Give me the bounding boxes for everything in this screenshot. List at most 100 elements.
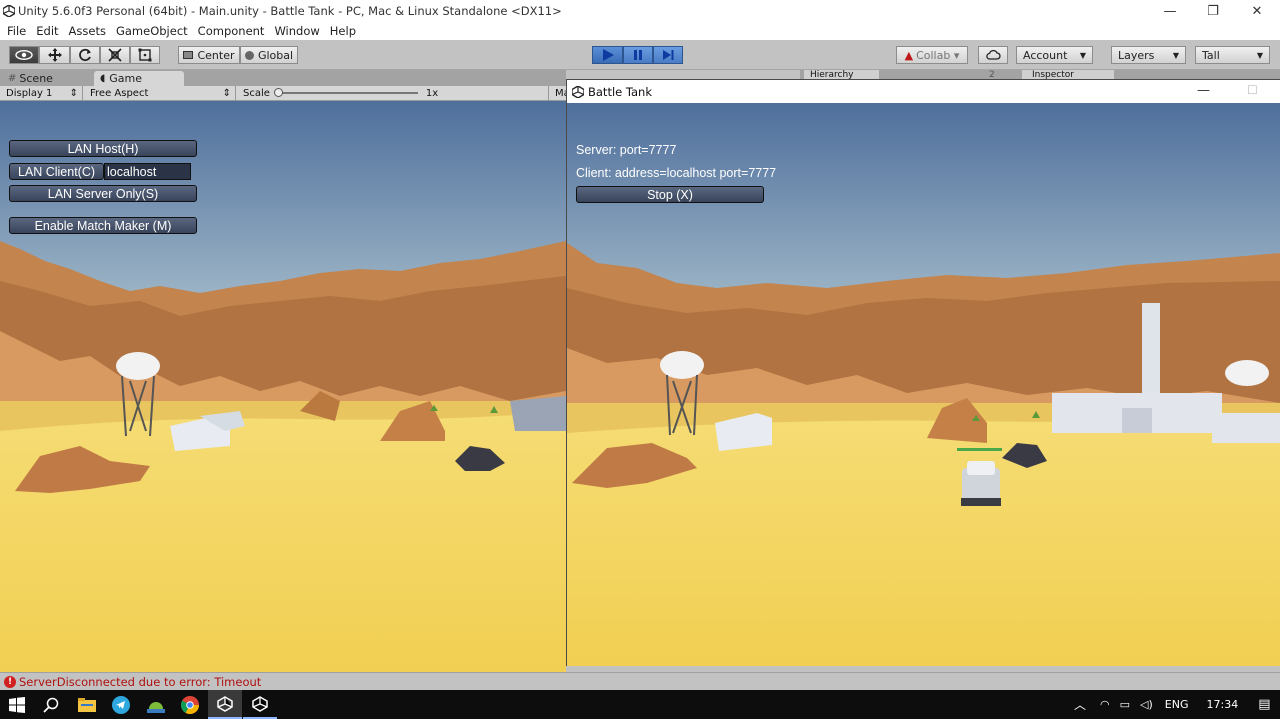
- maximize-button[interactable]: ☐: [1247, 83, 1258, 97]
- layout-dropdown[interactable]: Tall ▼: [1195, 46, 1270, 64]
- view-tabs: # Scene ◖ Game: [0, 70, 566, 86]
- scale-slider[interactable]: [273, 88, 418, 97]
- volume-icon[interactable]: ◁): [1140, 698, 1153, 711]
- minimize-button[interactable]: —: [1150, 0, 1190, 22]
- menu-help[interactable]: Help: [325, 24, 361, 38]
- menu-assets[interactable]: Assets: [64, 24, 111, 38]
- layout-label: Tall: [1202, 48, 1220, 62]
- game-view-right[interactable]: Server: port=7777 Client: address=localh…: [567, 103, 1280, 666]
- pivot-label: Center: [197, 48, 235, 62]
- play-button[interactable]: [592, 46, 623, 64]
- lan-host-button[interactable]: LAN Host(H): [9, 140, 197, 157]
- unity-player-button[interactable]: [243, 690, 277, 719]
- pivot-center-toggle[interactable]: Center: [178, 46, 240, 64]
- stop-button[interactable]: Stop (X): [576, 186, 764, 203]
- account-dropdown[interactable]: Account ▼: [1016, 46, 1093, 64]
- android-studio-icon: [147, 701, 165, 713]
- unity-icon: [217, 695, 233, 712]
- rotate-icon: [79, 48, 91, 62]
- console-status-bar[interactable]: ! ServerDisconnected due to error: Timeo…: [0, 672, 1280, 690]
- scene-grid-icon: #: [8, 73, 17, 84]
- tab-scene-label: Scene: [19, 72, 53, 85]
- scale-icon: [108, 48, 122, 62]
- display-label: Display 1: [6, 87, 53, 99]
- globe-icon: [244, 50, 254, 60]
- layers-dropdown[interactable]: Layers ▼: [1111, 46, 1186, 64]
- android-studio-button[interactable]: [139, 690, 173, 719]
- network-icon[interactable]: ◠: [1100, 698, 1110, 711]
- dropdown-arrow-icon: ▼: [1172, 50, 1179, 60]
- collab-button[interactable]: ▲ Collab ▾: [896, 46, 968, 64]
- language-indicator[interactable]: ENG: [1165, 698, 1189, 711]
- editor-title-bar: Unity 5.6.0f3 Personal (64bit) - Main.un…: [0, 0, 1280, 22]
- step-forward-icon: [663, 50, 674, 60]
- lan-server-only-button[interactable]: LAN Server Only(S): [9, 185, 197, 202]
- rotate-tool-button[interactable]: [70, 46, 100, 64]
- server-info-label: Server: port=7777: [576, 143, 677, 157]
- battle-tank-title: Battle Tank: [588, 84, 652, 99]
- move-tool-button[interactable]: [39, 46, 70, 64]
- account-label: Account: [1023, 48, 1068, 62]
- menu-gameobject[interactable]: GameObject: [111, 24, 193, 38]
- menu-window[interactable]: Window: [269, 24, 324, 38]
- file-explorer-button[interactable]: [70, 690, 104, 719]
- tab-game[interactable]: ◖ Game: [94, 71, 184, 86]
- move-arrows-icon: [47, 48, 62, 62]
- start-button[interactable]: [0, 690, 34, 719]
- space-label: Global: [257, 48, 294, 62]
- maximize-on-play-toggle[interactable]: Ma: [549, 86, 566, 100]
- display-dropdown[interactable]: Display 1 ⇕: [0, 86, 83, 100]
- menu-file[interactable]: File: [2, 24, 31, 38]
- pivot-icon: [183, 51, 194, 59]
- menu-edit[interactable]: Edit: [31, 24, 63, 38]
- aspect-dropdown[interactable]: Free Aspect ⇕: [84, 86, 236, 100]
- view-tool-button[interactable]: [9, 46, 39, 64]
- scale-value: 1x: [425, 87, 439, 99]
- dropdown-arrow-icon: ⇕: [69, 87, 78, 99]
- tab-scene[interactable]: # Scene: [2, 71, 92, 86]
- system-tray: ︿ ◠ ▭ ◁) ENG 17:34 ▤: [1074, 690, 1271, 719]
- telegram-icon: [112, 695, 130, 714]
- enable-match-maker-button[interactable]: Enable Match Maker (M): [9, 217, 197, 234]
- scale-tool-button[interactable]: [100, 46, 130, 64]
- warning-icon: ▲: [904, 48, 914, 62]
- step-button[interactable]: [653, 46, 683, 64]
- search-button[interactable]: [34, 690, 68, 719]
- layers-label: Layers: [1118, 48, 1155, 62]
- file-explorer-icon: [78, 697, 96, 712]
- battle-tank-window: Battle Tank — ☐ Server: port=7777 Client…: [566, 79, 1280, 666]
- pause-button[interactable]: [623, 46, 653, 64]
- dropdown-arrow-icon: ⇕: [222, 87, 231, 99]
- chevron-up-icon[interactable]: ︿: [1074, 696, 1086, 713]
- unity-editor-button[interactable]: [208, 690, 242, 719]
- chrome-button[interactable]: [173, 690, 207, 719]
- restore-button[interactable]: ❐: [1193, 0, 1233, 22]
- lan-client-button[interactable]: LAN Client(C): [9, 163, 104, 180]
- minimize-button[interactable]: —: [1197, 83, 1210, 98]
- main-toolbar: Center Global ▲ Collab ▾ Account ▼ Layer…: [0, 40, 1280, 70]
- scale-label: Scale: [243, 87, 270, 99]
- cloud-button[interactable]: [978, 46, 1008, 64]
- scale-control: Scale 1x: [237, 86, 549, 100]
- play-icon: [602, 49, 614, 61]
- search-icon: [43, 697, 59, 713]
- tab-game-label: Game: [109, 72, 143, 85]
- space-global-toggle[interactable]: Global: [240, 46, 298, 64]
- rect-tool-button[interactable]: [130, 46, 160, 64]
- dropdown-arrow-icon: ▼: [1079, 50, 1086, 60]
- window-title: Unity 5.6.0f3 Personal (64bit) - Main.un…: [18, 4, 562, 18]
- close-button[interactable]: ✕: [1237, 0, 1277, 22]
- dropdown-arrow-icon: ▼: [1256, 50, 1263, 60]
- windows-taskbar: ︿ ◠ ▭ ◁) ENG 17:34 ▤: [0, 690, 1280, 719]
- windows-logo-icon: [9, 696, 25, 713]
- telegram-button[interactable]: [104, 690, 138, 719]
- scale-slider-handle[interactable]: [273, 88, 283, 97]
- battery-icon[interactable]: ▭: [1120, 698, 1130, 711]
- menu-component[interactable]: Component: [193, 24, 270, 38]
- notifications-icon[interactable]: ▤: [1258, 697, 1270, 712]
- game-view-left[interactable]: LAN Host(H) LAN Client(C) localhost LAN …: [0, 101, 566, 672]
- status-message: ServerDisconnected due to error: Timeout: [19, 674, 262, 689]
- clock[interactable]: 17:34: [1207, 698, 1239, 711]
- client-address-input[interactable]: localhost: [104, 163, 191, 180]
- error-icon: !: [4, 675, 16, 688]
